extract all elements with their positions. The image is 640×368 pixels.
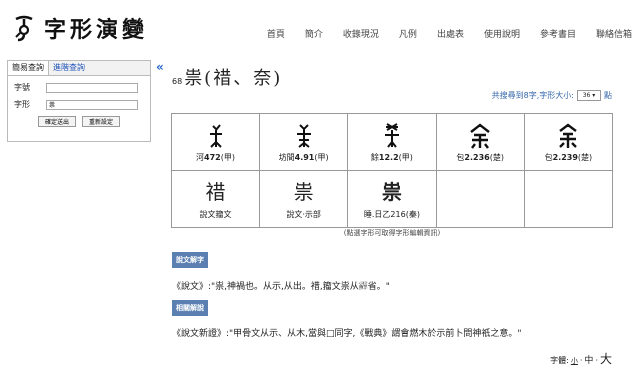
glyph-source-number: 12.2: [378, 152, 399, 162]
glyph-cell[interactable]: 䄍 說文籀文: [170, 170, 261, 228]
oracle-glyph-icon[interactable]: [379, 122, 405, 150]
logo-text: 字形演變: [44, 17, 149, 43]
glyph-source-number: 4.91: [294, 152, 315, 162]
glyph-source: 睡.日乙216(秦): [363, 209, 420, 219]
glyph-cell[interactable]: 包2.236(楚): [435, 113, 525, 171]
number-input[interactable]: [46, 82, 138, 93]
glyph-cell[interactable]: 坊間4.91(甲): [259, 113, 349, 171]
oracle-glyph-icon[interactable]: [291, 122, 317, 150]
font-size-label: 字體:: [550, 356, 569, 365]
glyph-source: 說文籀文: [199, 209, 232, 219]
search-panel: 簡易查詢 進階查詢 字號 字形 確定送出 重新設定: [7, 60, 151, 142]
number-label: 字號: [14, 83, 30, 92]
logo[interactable]: 字形演變: [12, 12, 148, 44]
nav-intro[interactable]: 簡介: [305, 27, 323, 40]
tab-simple-search[interactable]: 簡易查詢: [8, 61, 49, 75]
glyph-source: 包2.239(楚): [544, 152, 593, 162]
nav-home[interactable]: 首頁: [267, 27, 285, 40]
font-size-large[interactable]: 大: [600, 350, 612, 367]
form-label: 字形: [14, 100, 30, 109]
glyph-cell[interactable]: 祟 說文‧示部: [259, 170, 349, 228]
size-unit: 點: [604, 91, 612, 100]
nav-contact[interactable]: 聯絡信箱: [596, 27, 632, 40]
glyph-source: 餘12.2(甲): [370, 152, 413, 162]
glyph-source: 坊間4.91(甲): [278, 152, 329, 162]
glyph-source: 說文‧示部: [286, 209, 321, 219]
glyph-cell[interactable]: 餘12.2(甲): [347, 113, 437, 171]
shuowen-text: 《說文》:"祟,神禍也。从示,从出。䄍,籀文祟从𩆵省。": [172, 282, 390, 292]
empty-cell: [435, 170, 525, 228]
glyph-hint: (點選字形可取得字形編輯資訊): [343, 229, 441, 237]
nav-usage[interactable]: 使用說明: [484, 27, 520, 40]
dot-separator: ·: [595, 356, 598, 365]
font-size-control: 字體: 小 · 中 · 大: [548, 350, 612, 367]
result-count: 共搜尋到8字,字形大小: 36 ▾ 點: [492, 90, 612, 101]
section-related: 相關解說: [172, 300, 208, 316]
search-tabs: 簡易查詢 進階查詢: [8, 61, 150, 76]
seal-glyph[interactable]: 祟: [260, 179, 347, 207]
font-size-medium[interactable]: 中: [584, 353, 593, 366]
section-shuowen: 說文解字: [172, 252, 208, 268]
font-size-small[interactable]: 小: [571, 356, 578, 366]
oracle-glyph-icon[interactable]: [203, 122, 229, 150]
form-field-row: 字形: [14, 99, 150, 110]
glyph-source-number: 472: [204, 152, 221, 162]
reset-button[interactable]: 重新設定: [82, 116, 121, 127]
empty-cell: [523, 170, 614, 228]
related-text: 《說文新證》:"甲骨文从示、从木,當與□同字,《戰典》謂會燃木於示前卜問神祇之意…: [172, 329, 522, 339]
result-count-text: 共搜尋到8字,字形大小:: [491, 91, 574, 100]
entry-title: 祟(䄍、奈): [184, 68, 283, 89]
dot-separator: ·: [579, 356, 583, 365]
glyph-grid: 河472(甲) 坊間4.91(甲) 餘12.2(甲) 包2.236(楚) 包2.…: [170, 113, 614, 228]
glyph-source-number: 2.236: [464, 152, 490, 162]
glyph-cell[interactable]: 包2.239(楚): [523, 113, 614, 171]
tab-advanced-search[interactable]: 進階查詢: [49, 61, 89, 75]
submit-button[interactable]: 確定送出: [37, 116, 76, 127]
glyph-cell[interactable]: 河472(甲): [170, 113, 261, 171]
glyph-size-select[interactable]: 36 ▾: [577, 90, 601, 101]
entry-header: 68 祟(䄍、奈): [172, 64, 282, 90]
seal-glyph[interactable]: 䄍: [172, 179, 259, 207]
glyph-cell[interactable]: 祟 睡.日乙216(秦): [347, 170, 437, 228]
chu-glyph-icon[interactable]: [467, 122, 493, 150]
nav-sources[interactable]: 出處表: [437, 27, 464, 40]
nav-status[interactable]: 收錄現況: [343, 27, 379, 40]
nav-references[interactable]: 參考書目: [540, 27, 576, 40]
top-nav: 首頁 簡介 收錄現況 凡例 出處表 使用說明 參考書目 聯絡信箱: [247, 27, 632, 40]
entry-number: 68: [172, 77, 183, 86]
collapse-panel-icon[interactable]: «: [156, 60, 164, 74]
nav-guide[interactable]: 凡例: [399, 27, 417, 40]
logo-mark-icon: [15, 15, 33, 42]
chu-glyph-icon[interactable]: [555, 122, 581, 150]
form-input[interactable]: [46, 99, 138, 110]
glyph-source: 包2.236(楚): [456, 152, 504, 162]
number-field-row: 字號: [14, 82, 150, 93]
glyph-source-number: 2.239: [552, 152, 578, 162]
search-buttons: 確定送出 重新設定: [8, 116, 150, 127]
glyph-source: 河472(甲): [196, 152, 235, 162]
qin-glyph[interactable]: 祟: [348, 179, 435, 207]
